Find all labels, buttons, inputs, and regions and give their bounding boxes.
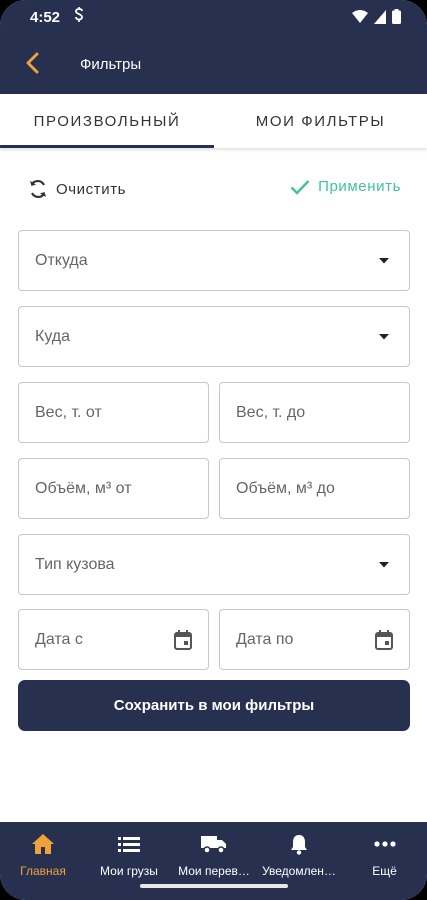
weight-to-placeholder: Вес, т. до <box>236 403 306 421</box>
calendar-icon[interactable] <box>158 610 208 669</box>
body-type-placeholder: Тип кузова <box>35 555 115 573</box>
chevron-left-icon <box>26 52 39 74</box>
nav-label-home: Главная <box>20 864 66 878</box>
weight-from-placeholder: Вес, т. от <box>35 403 102 421</box>
from-placeholder: Откуда <box>35 251 88 269</box>
date-from-input[interactable]: Дата с <box>18 609 209 670</box>
bell-icon <box>290 832 308 856</box>
active-tab-indicator <box>0 145 214 148</box>
app-bar: 4:52 Фильтры <box>0 0 427 94</box>
volume-to-placeholder: Объём, м³ до <box>236 479 335 497</box>
signal-icon <box>374 9 386 24</box>
back-button[interactable] <box>18 48 48 78</box>
battery-icon <box>392 9 401 24</box>
volume-from-input[interactable]: Объём, м³ от <box>18 458 209 519</box>
more-icon <box>373 832 396 856</box>
status-icons <box>352 9 401 24</box>
weight-from-input[interactable]: Вес, т. от <box>18 382 209 443</box>
list-icon <box>118 832 140 856</box>
truck-icon <box>201 832 227 856</box>
save-to-my-filters-button[interactable]: Сохранить в мои фильтры <box>18 680 410 731</box>
home-icon <box>32 832 54 856</box>
volume-to-input[interactable]: Объём, м³ до <box>219 458 410 519</box>
nav-label-notifications: Уведомлен… <box>262 864 336 878</box>
gesture-home-indicator[interactable] <box>140 884 288 888</box>
apply-button[interactable]: Применить <box>290 178 401 195</box>
nav-item-home[interactable]: Главная <box>0 832 86 880</box>
nav-item-more[interactable]: Ещё <box>342 832 427 880</box>
from-select[interactable]: Откуда <box>18 230 410 291</box>
volume-from-placeholder: Объём, м³ от <box>35 479 132 497</box>
body-type-select[interactable]: Тип кузова <box>18 534 410 595</box>
bottom-navigation: Главная Мои грузы Мои перев… Уведомлен… … <box>0 822 427 900</box>
dropdown-arrow-icon <box>359 231 409 290</box>
date-from-placeholder: Дата с <box>35 630 83 648</box>
filter-actions: Очистить Применить <box>0 170 427 210</box>
status-time: 4:52 <box>30 9 61 26</box>
tab-custom[interactable]: ПРОИЗВОЛЬНЫЙ <box>0 94 214 148</box>
dropdown-arrow-icon <box>359 535 409 594</box>
nav-label-my-transports: Мои перев… <box>178 864 250 878</box>
apply-label: Применить <box>318 178 401 195</box>
nav-item-my-cargo[interactable]: Мои грузы <box>86 832 172 880</box>
nav-item-my-transports[interactable]: Мои перев… <box>172 832 256 880</box>
to-select[interactable]: Куда <box>18 306 410 367</box>
nav-item-notifications[interactable]: Уведомлен… <box>256 832 342 880</box>
date-to-placeholder: Дата по <box>236 630 294 648</box>
clear-label: Очистить <box>56 180 127 198</box>
sync-status-icon <box>75 7 83 22</box>
wifi-icon <box>352 9 368 23</box>
filter-tabs: ПРОИЗВОЛЬНЫЙ МОИ ФИЛЬТРЫ <box>0 94 427 148</box>
date-to-input[interactable]: Дата по <box>219 609 410 670</box>
screen-title: Фильтры <box>80 56 142 73</box>
to-placeholder: Куда <box>35 327 71 345</box>
nav-label-my-cargo: Мои грузы <box>100 864 158 878</box>
refresh-icon <box>30 179 46 199</box>
dropdown-arrow-icon <box>359 307 409 366</box>
tab-my-filters[interactable]: МОИ ФИЛЬТРЫ <box>214 94 427 148</box>
check-icon <box>290 179 310 195</box>
weight-to-input[interactable]: Вес, т. до <box>219 382 410 443</box>
clear-button[interactable]: Очистить <box>28 178 126 200</box>
calendar-icon[interactable] <box>359 610 409 669</box>
nav-label-more: Ещё <box>372 864 397 878</box>
app-screen: 4:52 Фильтры ПРОИЗВОЛЬНЫЙ МОИ ФИЛЬТРЫ Оч… <box>0 0 427 900</box>
